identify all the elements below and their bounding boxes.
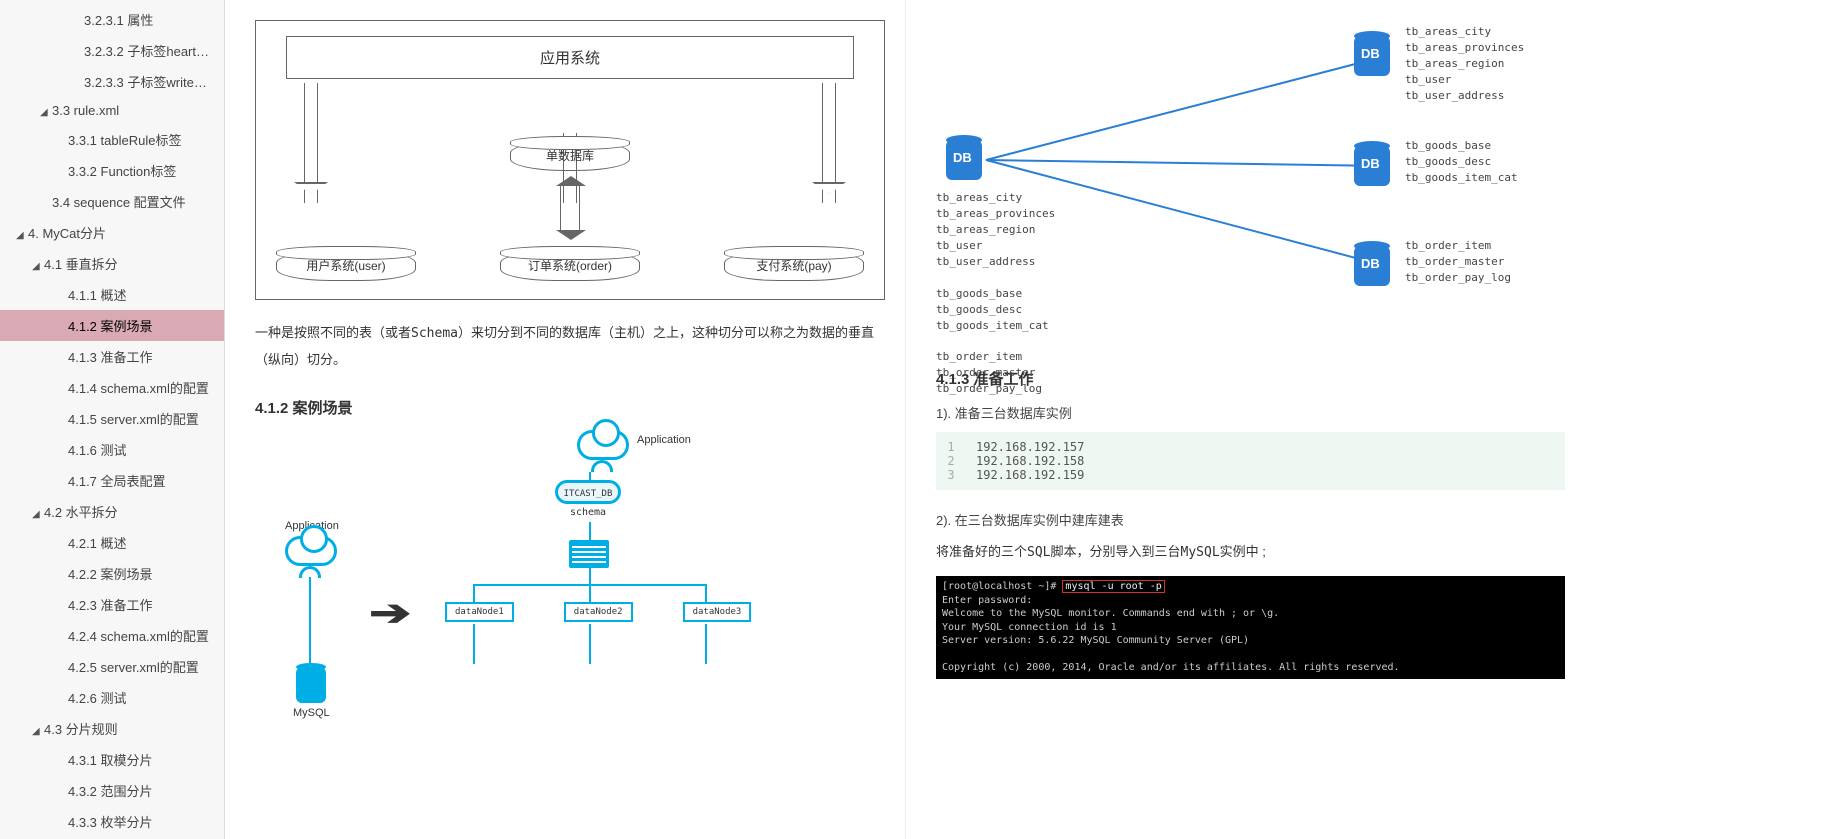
db-source-icon — [946, 140, 982, 180]
toc-item[interactable]: ◢4.1.5 server.xml的配置 — [0, 403, 224, 434]
mysql-label: MySQL — [293, 707, 330, 719]
toc-item[interactable]: ◢3.2.3.2 子标签heartbeat — [0, 35, 224, 66]
toc-sidebar[interactable]: ◢3.2.3.1 属性◢3.2.3.2 子标签heartbeat◢3.2.3.3… — [0, 0, 225, 839]
order-db-cyl: 订单系统(order) — [500, 251, 640, 281]
target3-tables-list: tb_order_itemtb_order_mastertb_order_pay… — [1405, 238, 1555, 286]
db-target2-icon — [1354, 146, 1390, 186]
single-db-cyl: 单数据库 — [510, 141, 630, 171]
cloud-icon — [577, 430, 629, 460]
toc-item[interactable]: ◢4.3.1 取模分片 — [0, 744, 224, 775]
toc-item[interactable]: ◢4.3 分片规则 — [0, 713, 224, 744]
target1-tables-list: tb_areas_citytb_areas_provincestb_areas_… — [1405, 24, 1555, 104]
terminal-command: mysql -u root -p — [1062, 580, 1164, 593]
ip-code-block: 1192.168.192.1572192.168.192.1583192.168… — [936, 432, 1565, 490]
db-target1-icon — [1354, 36, 1390, 76]
page-right: tb_areas_citytb_areas_provincestb_areas_… — [905, 0, 1585, 839]
diagram-case-scenario: Application MySQL ➔ Application ITCAST_D… — [255, 432, 885, 732]
toc-item[interactable]: ◢3.3.1 tableRule标签 — [0, 124, 224, 155]
toc-item[interactable]: ◢4.1.1 概述 — [0, 279, 224, 310]
step1-label: 1). 准备三台数据库实例 — [936, 403, 1565, 422]
step2-label: 2). 在三台数据库实例中建库建表 — [936, 510, 1565, 529]
datanode1-box: dataNode1 — [445, 602, 514, 622]
toc-item[interactable]: ◢4.1.6 测试 — [0, 434, 224, 465]
toc-item[interactable]: ◢4.1.2 案例场景 — [0, 310, 224, 341]
toc-item[interactable]: ◢4.2.4 schema.xml的配置 — [0, 620, 224, 651]
step2-desc: 将准备好的三个SQL脚本，分别导入到三台MySQL实例中 ; — [936, 539, 1565, 566]
toc-item[interactable]: ◢4.3.3 枚举分片 — [0, 806, 224, 837]
toc-item[interactable]: ◢4.1.4 schema.xml的配置 — [0, 372, 224, 403]
page-left: 应用系统 单数据库 用户系统(user) 订单系统(order) 支付系统(pa… — [225, 0, 905, 839]
application-label-right: Application — [637, 434, 691, 446]
double-arrow-icon — [560, 186, 580, 230]
toc-item[interactable]: ◢4.1 垂直拆分 — [0, 248, 224, 279]
target2-tables-list: tb_goods_basetb_goods_desctb_goods_item_… — [1405, 138, 1555, 186]
toc-item[interactable]: ◢4. MyCat分片 — [0, 217, 224, 248]
toc-item[interactable]: ◢3.2.3.3 子标签writeHos... — [0, 66, 224, 97]
database-icon — [296, 667, 326, 703]
datanode2-box: dataNode2 — [564, 602, 633, 622]
toc-item[interactable]: ◢3.3.2 Function标签 — [0, 155, 224, 186]
toc-item[interactable]: ◢4.1.3 准备工作 — [0, 341, 224, 372]
toc-item[interactable]: ◢4.3.2 范围分片 — [0, 775, 224, 806]
content-area: 应用系统 单数据库 用户系统(user) 订单系统(order) 支付系统(pa… — [225, 0, 1822, 839]
toc-item[interactable]: ◢4.2 水平拆分 — [0, 496, 224, 527]
toc-item[interactable]: ◢3.2.3.1 属性 — [0, 4, 224, 35]
db-target3-icon — [1354, 246, 1390, 286]
toc-item[interactable]: ◢4.2.3 准备工作 — [0, 589, 224, 620]
datanode3-box: dataNode3 — [683, 602, 752, 622]
section-412-heading: 4.1.2 案例场景 — [255, 397, 885, 418]
cloud-icon — [285, 536, 337, 566]
arrow-right-icon: ➔ — [369, 592, 411, 634]
itcast-db-box: ITCAST_DB — [555, 480, 621, 504]
diagram-vertical-split: 应用系统 单数据库 用户系统(user) 订单系统(order) 支付系统(pa… — [255, 20, 885, 300]
diagram-db-split: tb_areas_citytb_areas_provincestb_areas_… — [936, 10, 1565, 350]
toc-item[interactable]: ◢3.4 sequence 配置文件 — [0, 186, 224, 217]
source-tables-list: tb_areas_citytb_areas_provincestb_areas_… — [936, 190, 1055, 397]
toc-item[interactable]: ◢4.1.7 全局表配置 — [0, 465, 224, 496]
schema-label: schema — [555, 507, 621, 518]
user-db-cyl: 用户系统(user) — [276, 251, 416, 281]
terminal-output: [root@localhost ~]# mysql -u root -p Ent… — [936, 576, 1565, 679]
vertical-split-desc: 一种是按照不同的表（或者Schema）来切分到不同的数据库（主机）之上，这种切分… — [255, 320, 885, 373]
toc-item[interactable]: ◢3.3 rule.xml — [0, 97, 224, 124]
table-icon — [569, 540, 609, 568]
app-system-box: 应用系统 — [286, 36, 854, 79]
toc-item[interactable]: ◢4.2.6 测试 — [0, 682, 224, 713]
toc-item[interactable]: ◢4.2.5 server.xml的配置 — [0, 651, 224, 682]
toc-item[interactable]: ◢4.2.2 案例场景 — [0, 558, 224, 589]
pay-db-cyl: 支付系统(pay) — [724, 251, 864, 281]
toc-item[interactable]: ◢4.2.1 概述 — [0, 527, 224, 558]
